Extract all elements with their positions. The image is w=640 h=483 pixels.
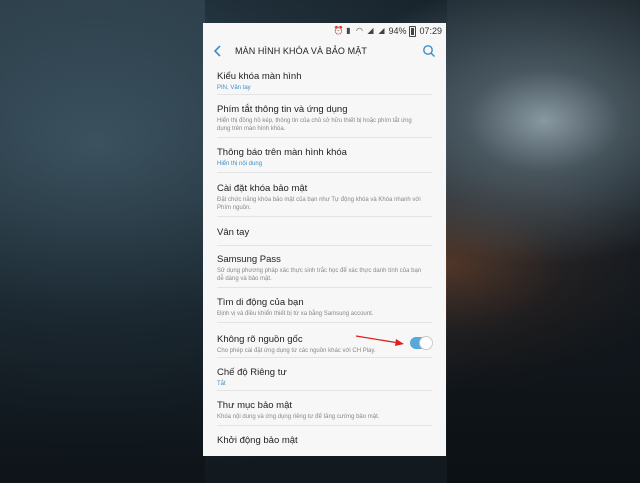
item-title: Thông báo trên màn hình khóa (217, 147, 347, 158)
wifi-icon: ◠ (355, 26, 363, 35)
signal-icon-secondary: ◢ (378, 26, 385, 35)
list-item-fingerprints[interactable]: Vân tay (217, 217, 432, 246)
item-title: Thư mục bảo mật (217, 400, 292, 411)
item-title: Chế độ Riêng tư (217, 367, 287, 378)
item-subtitle: Đặt chức năng khóa bảo mật của bạn như T… (217, 197, 421, 211)
back-button[interactable] (211, 44, 225, 58)
list-item-secure-folder[interactable]: Thư mục bảo mật Khóa nội dung và ứng dụn… (217, 391, 432, 426)
list-item-lock-screen-notifications[interactable]: Thông báo trên màn hình khóa Hiển thị nộ… (217, 138, 432, 173)
item-subtitle: Sử dụng phương pháp xác thực sinh trắc h… (217, 268, 422, 282)
alarm-icon: ⏰ (333, 26, 344, 35)
list-item-screen-lock-type[interactable]: Kiểu khóa màn hình PIN, Vân tay (217, 63, 432, 95)
list-item-secure-lock-settings[interactable]: Cài đặt khóa bảo mật Đặt chức năng khóa … (217, 173, 432, 217)
item-title: Kiểu khóa màn hình (217, 71, 302, 82)
vibrate-icon: ▮ (346, 26, 351, 35)
signal-icon: ◢ (367, 26, 374, 35)
red-arrow-annotation (355, 335, 404, 346)
item-subtitle: Định vị và điều khiển thiết bị từ xa bằn… (217, 311, 374, 317)
item-title: Phím tắt thông tin và ứng dụng (217, 104, 348, 115)
unknown-sources-toggle[interactable] (410, 336, 433, 350)
item-subtitle: Khóa nội dung và ứng dụng riêng tư để tă… (217, 414, 380, 420)
background-blur-left (0, 0, 205, 483)
item-title: Samsung Pass (217, 254, 281, 265)
item-subtitle: Cho phép cài đặt ứng dụng từ các nguồn k… (217, 348, 376, 354)
search-icon (423, 45, 435, 57)
phone-screen: ⏰ ▮ ◠ ◢ ◢ 94% 07:29 MÀN HÌNH KHÓA VÀ BẢO… (203, 23, 446, 456)
search-button[interactable] (422, 44, 436, 58)
battery-icon (409, 25, 417, 37)
status-bar: ⏰ ▮ ◠ ◢ ◢ 94% 07:29 (203, 23, 446, 39)
item-subtitle: Hiển thị nội dung (217, 161, 263, 167)
battery-percent: 94% (388, 26, 407, 36)
toggle-knob (419, 336, 433, 350)
list-item-secure-startup[interactable]: Khởi động bảo mật (217, 426, 432, 456)
background-blur-right (447, 0, 640, 483)
page-title: MÀN HÌNH KHÓA VÀ BẢO MẬT (235, 46, 367, 56)
settings-list: Kiểu khóa màn hình PIN, Vân tay Phím tắt… (203, 63, 446, 456)
chevron-left-icon (214, 45, 221, 57)
item-title: Vân tay (217, 227, 250, 238)
item-title: Tìm di động của bạn (217, 297, 304, 308)
item-subtitle: PIN, Vân tay (217, 85, 251, 91)
item-subtitle: Tắt (217, 381, 226, 387)
list-item-find-my-mobile[interactable]: Tìm di động của bạn Định vị và điều khiể… (217, 288, 432, 323)
list-item-private-mode[interactable]: Chế độ Riêng tư Tắt (217, 358, 432, 391)
list-item-info-app-shortcuts[interactable]: Phím tắt thông tin và ứng dụng Hiển thị … (217, 95, 432, 138)
list-item-samsung-pass[interactable]: Samsung Pass Sử dụng phương pháp xác thự… (217, 246, 432, 288)
item-title: Cài đặt khóa bảo mật (217, 183, 308, 194)
status-time: 07:29 (419, 26, 442, 36)
item-title: Khởi động bảo mật (217, 435, 298, 446)
item-subtitle: Hiển thị đồng hồ kép, thông tin của chủ … (217, 118, 412, 132)
app-bar: MÀN HÌNH KHÓA VÀ BẢO MẬT (203, 39, 446, 63)
